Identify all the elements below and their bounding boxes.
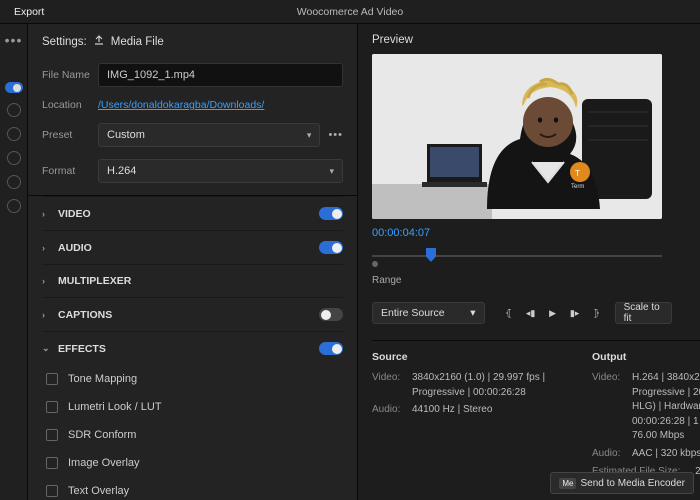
format-value: H.264 (107, 165, 136, 177)
file-name-label: File Name (42, 69, 98, 81)
output-audio-label: Audio: (592, 447, 626, 462)
range-label: Range (372, 275, 700, 286)
output-audio-value: AAC | 320 kbps | 48 kHz (632, 447, 700, 462)
section-audio[interactable]: ›AUDIO (42, 230, 343, 264)
effect-lumetri[interactable]: Lumetri Look / LUT (42, 393, 343, 421)
checkbox-icon[interactable] (46, 429, 58, 441)
media-file-label: Media File (111, 36, 164, 48)
tab-export[interactable]: Export (8, 2, 50, 22)
chevron-right-icon: › (42, 276, 50, 286)
effect-tone-mapping[interactable]: Tone Mapping (42, 365, 343, 393)
source-audio-label: Audio: (372, 403, 406, 418)
rail-slot-2[interactable] (7, 127, 21, 141)
play-icon[interactable]: ▶ (543, 303, 563, 323)
chevron-right-icon: › (42, 209, 50, 219)
media-encoder-icon: Me (559, 478, 576, 489)
audio-toggle[interactable] (319, 241, 343, 254)
format-select[interactable]: H.264 ▾ (98, 159, 343, 183)
chevron-down-icon: ▾ (307, 130, 312, 141)
checkbox-icon[interactable] (46, 457, 58, 469)
output-header: Output (592, 351, 700, 363)
source-audio-value: 44100 Hz | Stereo (412, 403, 492, 418)
checkbox-icon[interactable] (46, 485, 58, 497)
rail-toggle-media-file[interactable] (5, 82, 23, 93)
more-icon[interactable]: ••• (5, 32, 23, 48)
effect-text-overlay[interactable]: Text Overlay (42, 477, 343, 500)
chevron-right-icon: › (42, 310, 50, 320)
effect-image-overlay[interactable]: Image Overlay (42, 449, 343, 477)
preset-label: Preset (42, 129, 98, 141)
source-video-value: 3840x2160 (1.0) | 29.997 fps | Progressi… (412, 371, 552, 400)
output-video-label: Video: (592, 371, 626, 444)
step-back-icon[interactable]: ◂▮ (521, 303, 541, 323)
effects-toggle[interactable] (319, 342, 343, 355)
timeline-track (372, 255, 662, 257)
rail-slot-3[interactable] (7, 151, 21, 165)
chevron-right-icon: › (42, 243, 50, 253)
upload-icon (93, 34, 105, 49)
section-video[interactable]: ›VIDEO (42, 196, 343, 230)
step-forward-icon[interactable]: ▮▸ (565, 303, 585, 323)
effect-sdr-conform[interactable]: SDR Conform (42, 421, 343, 449)
send-to-media-encoder-button[interactable]: Me Send to Media Encoder (550, 472, 694, 494)
preset-more-icon[interactable]: ••• (328, 129, 343, 141)
preset-value: Custom (107, 129, 145, 141)
range-select[interactable]: Entire Source ▾ (372, 302, 485, 324)
timeline[interactable] (372, 247, 662, 267)
go-to-in-icon[interactable]: ⦃ (499, 303, 519, 323)
source-header: Source (372, 351, 552, 363)
left-rail: ••• (0, 24, 28, 500)
source-video-label: Video: (372, 371, 406, 400)
svg-text:T: T (575, 169, 580, 178)
settings-label: Settings: (42, 36, 87, 48)
format-label: Format (42, 165, 98, 177)
go-to-out-icon[interactable]: ⦄ (587, 303, 607, 323)
filesize-value: 256 MB (695, 465, 700, 480)
chevron-down-icon: ⌄ (42, 343, 50, 354)
settings-panel: Settings: Media File File Name Location … (28, 24, 358, 500)
location-label: Location (42, 99, 98, 111)
rail-slot-4[interactable] (7, 175, 21, 189)
video-toggle[interactable] (319, 207, 343, 220)
preset-select[interactable]: Custom ▾ (98, 123, 320, 147)
rail-slot-5[interactable] (7, 199, 21, 213)
section-multiplexer[interactable]: ›MULTIPLEXER (42, 264, 343, 297)
output-video-value: H.264 | 3840x2160 (1.0) | Progressive | … (632, 371, 700, 444)
project-title: Woocomerce Ad Video (297, 6, 403, 18)
playhead-icon[interactable] (426, 248, 436, 262)
chevron-down-icon: ▾ (470, 307, 475, 319)
checkbox-icon[interactable] (46, 401, 58, 413)
file-name-input[interactable] (98, 63, 343, 87)
preview-label: Preview (372, 34, 700, 46)
chevron-down-icon: ▾ (329, 166, 334, 177)
checkbox-icon[interactable] (46, 373, 58, 385)
in-point-icon[interactable] (372, 261, 378, 267)
rail-slot-1[interactable] (7, 103, 21, 117)
preview-video[interactable]: T Term (372, 54, 662, 219)
scale-to-fit-button[interactable]: Scale to fit (615, 302, 672, 324)
section-effects[interactable]: ⌄EFFECTS (42, 331, 343, 365)
svg-text:Term: Term (571, 184, 584, 190)
captions-toggle[interactable] (319, 308, 343, 321)
location-link[interactable]: /Users/donaldokaragba/Downloads/ (98, 99, 264, 111)
section-captions[interactable]: ›CAPTIONS (42, 297, 343, 331)
preview-panel: Preview (358, 24, 700, 500)
timecode[interactable]: 00:00:04:07 (372, 227, 700, 239)
